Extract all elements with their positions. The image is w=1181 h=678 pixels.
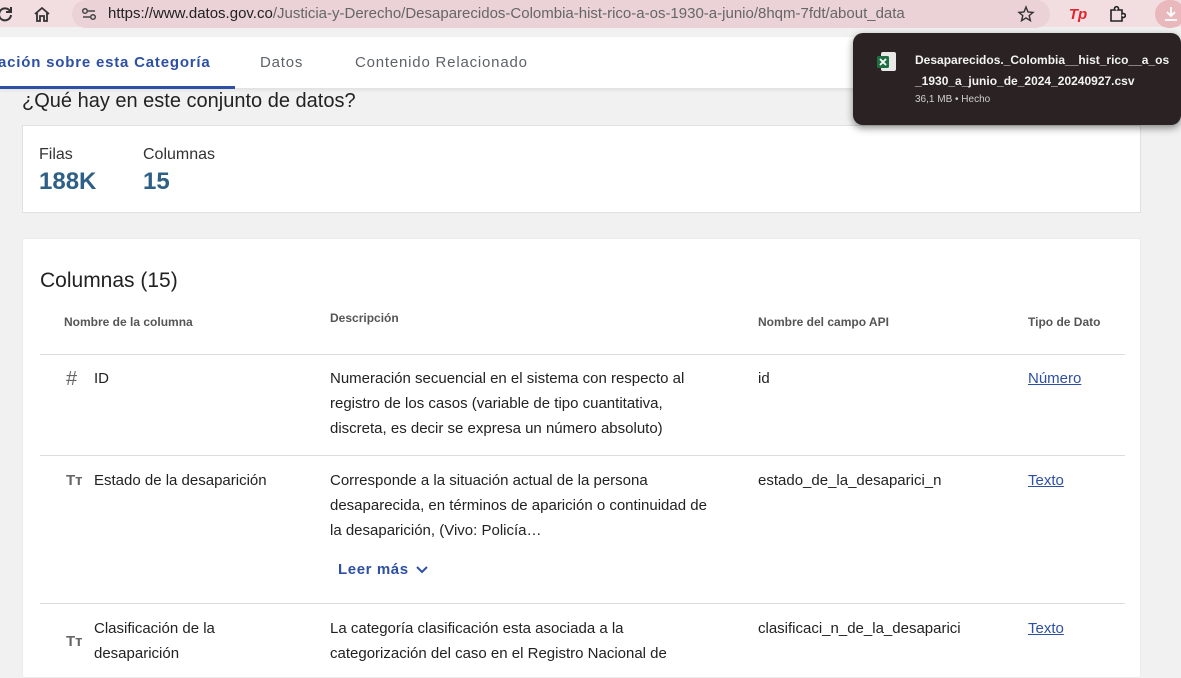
row-divider bbox=[40, 354, 1125, 355]
row-description: La categoría clasificación esta asociada… bbox=[330, 620, 667, 662]
row-data-type-link[interactable]: Número bbox=[1028, 370, 1081, 387]
row-data-type-link[interactable]: Texto bbox=[1028, 472, 1064, 489]
text-type-icon: Tт bbox=[66, 472, 83, 489]
chevron-down-icon bbox=[415, 565, 428, 573]
url-host: https://www.datos.gov.co bbox=[108, 5, 273, 22]
summary-card: Filas 188K Columnas 15 bbox=[22, 125, 1141, 213]
rows-label: Filas bbox=[39, 146, 73, 163]
row-divider bbox=[40, 455, 1125, 456]
header-column-name[interactable]: Nombre de la columna bbox=[64, 315, 193, 329]
columns-label: Columnas bbox=[143, 146, 216, 163]
row-column-name: ID bbox=[94, 370, 109, 387]
site-info-icon[interactable] bbox=[78, 3, 100, 25]
tab-about-category[interactable]: ación sobre esta Categoría bbox=[0, 54, 211, 71]
row-data-type-link[interactable]: Texto bbox=[1028, 620, 1064, 637]
download-filename[interactable]: Desaparecidos._Colombia__hist_rico__a_os… bbox=[915, 50, 1173, 92]
row-description: Numeración secuencial en el sistema con … bbox=[330, 370, 685, 437]
row-api-field: clasificaci_n_de_la_desaparici bbox=[758, 620, 961, 637]
home-icon[interactable] bbox=[31, 3, 53, 25]
header-description[interactable]: Descripción bbox=[330, 311, 399, 325]
browser-toolbar: https://www.datos.gov.co/Justicia-y-Dere… bbox=[0, 0, 1181, 28]
active-tab-indicator bbox=[0, 86, 235, 89]
rows-value: 188K bbox=[39, 168, 97, 195]
url-path: /Justicia-y-Derecho/Desaparecidos-Colomb… bbox=[272, 5, 905, 22]
read-more-button[interactable]: Leer más bbox=[338, 561, 429, 578]
tab-related-content[interactable]: Contenido Relacionado bbox=[355, 54, 528, 71]
download-button[interactable] bbox=[1155, 0, 1181, 28]
excel-file-icon bbox=[877, 51, 897, 78]
extensions-puzzle-icon[interactable] bbox=[1106, 3, 1128, 25]
tab-data[interactable]: Datos bbox=[260, 54, 303, 71]
columns-value: 15 bbox=[143, 168, 170, 195]
download-bubble: Desaparecidos._Colombia__hist_rico__a_os… bbox=[853, 33, 1181, 125]
url-text[interactable]: https://www.datos.gov.co/Justicia-y-Dere… bbox=[108, 5, 905, 22]
row-column-name: Estado de la desaparición bbox=[94, 472, 267, 489]
header-data-type[interactable]: Tipo de Dato bbox=[1028, 315, 1100, 329]
extension-tp-icon[interactable]: Tp bbox=[1067, 3, 1089, 25]
row-api-field: id bbox=[758, 370, 770, 387]
row-api-field: estado_de_la_desaparici_n bbox=[758, 472, 942, 489]
read-more-label: Leer más bbox=[338, 561, 409, 578]
text-type-icon: Tт bbox=[66, 633, 83, 650]
bookmark-star-icon[interactable] bbox=[1015, 3, 1037, 25]
address-bar[interactable]: https://www.datos.gov.co/Justicia-y-Dere… bbox=[72, 0, 1050, 28]
row-description: Corresponde a la situación actual de la … bbox=[330, 472, 707, 539]
number-type-icon: # bbox=[66, 368, 78, 390]
download-status: 36,1 MB • Hecho bbox=[915, 94, 991, 105]
dataset-summary-title: ¿Qué hay en este conjunto de datos? bbox=[22, 90, 356, 112]
columns-title: Columnas (15) bbox=[40, 269, 178, 292]
columns-card: Columnas (15) Nombre de la columna Descr… bbox=[22, 238, 1141, 678]
row-divider bbox=[40, 603, 1125, 604]
header-api-field[interactable]: Nombre del campo API bbox=[758, 315, 889, 329]
extension-tp-label: Tp bbox=[1068, 5, 1088, 23]
reload-icon[interactable] bbox=[0, 3, 16, 25]
row-column-name: Clasificación de la desaparición bbox=[94, 620, 215, 662]
